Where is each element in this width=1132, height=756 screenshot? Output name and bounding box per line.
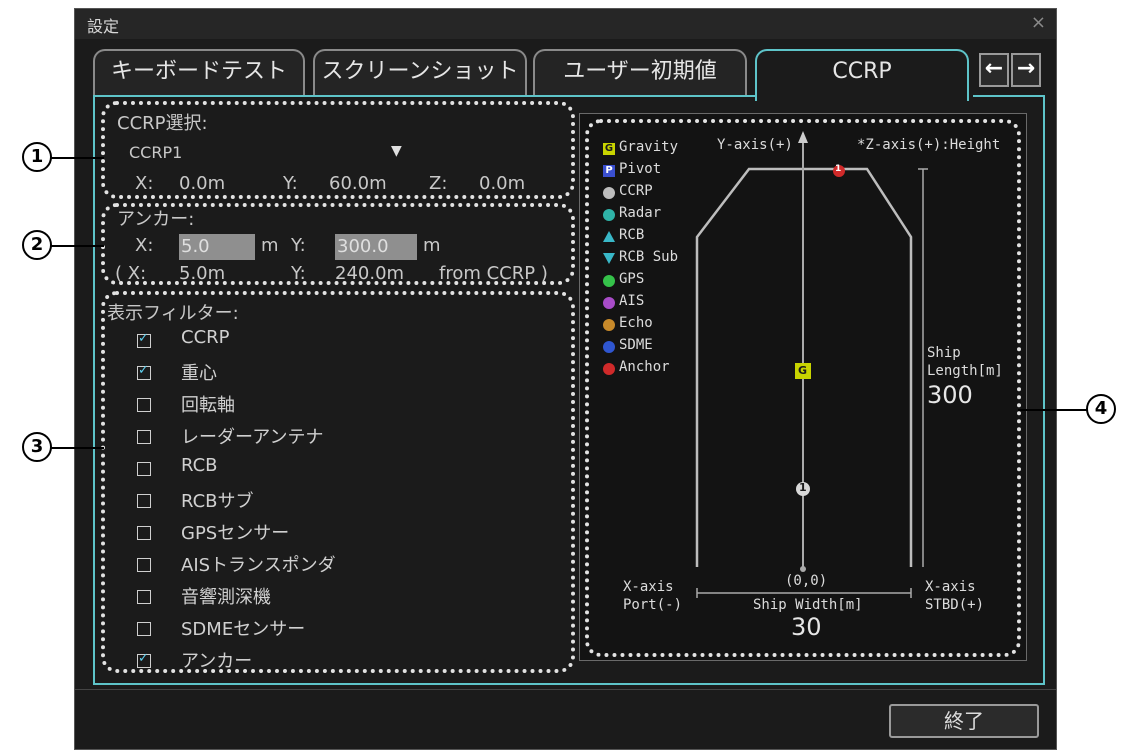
- ship-length-label-2: Length[m]: [927, 363, 1003, 379]
- callout-3-line: [46, 447, 104, 449]
- ccrp-marker-label: 1: [799, 481, 807, 494]
- callout-4-line: [1018, 409, 1088, 411]
- origin-label: (0,0): [785, 573, 828, 589]
- finish-button[interactable]: 終了: [889, 704, 1039, 738]
- gravity-marker-label: G: [798, 364, 808, 377]
- callout-4: 4: [1086, 394, 1116, 424]
- callout-1: 1: [22, 142, 52, 172]
- callout-2: 2: [22, 230, 52, 260]
- ship-length-value: 300: [927, 381, 973, 409]
- ship-outline-svg: [695, 131, 928, 598]
- callout-2-line: [46, 245, 104, 247]
- ship-width-label: Ship Width[m]: [753, 597, 863, 613]
- settings-dialog: 設定 × キーボードテスト スクリーンショット ユーザー初期値 CCRP ← →…: [74, 8, 1057, 750]
- x-axis-stbd-label-1: X-axis: [925, 579, 976, 595]
- x-axis-port-label-1: X-axis: [623, 579, 674, 595]
- footer-divider: [75, 689, 1056, 690]
- origin-dot: [800, 566, 806, 572]
- callout-1-line: [46, 157, 104, 159]
- x-axis-stbd-label-2: STBD(+): [925, 597, 985, 613]
- y-axis-arrow-icon: [798, 131, 808, 143]
- ship-length-label-1: Ship: [927, 345, 961, 361]
- y-axis-label: Y-axis(+): [717, 137, 793, 153]
- anchor-marker-label: 1: [835, 164, 842, 174]
- ship-width-value: 30: [791, 613, 822, 641]
- x-axis-port-label-2: Port(-): [623, 597, 683, 613]
- callout-3: 3: [22, 432, 52, 462]
- z-axis-label: *Z-axis(+):Height: [857, 137, 1001, 153]
